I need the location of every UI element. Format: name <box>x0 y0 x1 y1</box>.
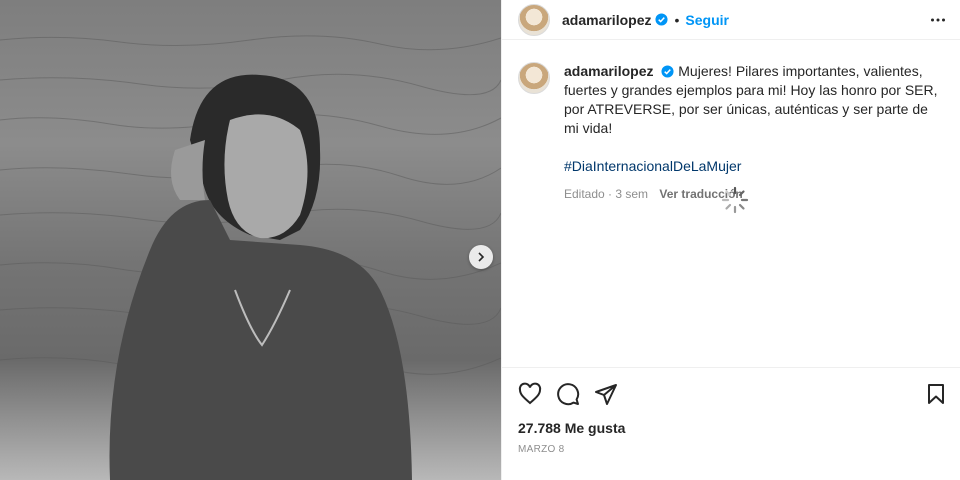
post-details-panel: adamarilopez • Seguir adamarilopez Mujer… <box>501 0 960 480</box>
likes-count[interactable]: 27.788 Me gusta <box>518 420 625 436</box>
more-options-icon[interactable] <box>930 12 946 28</box>
actions-section: 27.788 Me gusta MARZO 8 <box>502 367 960 480</box>
heart-icon <box>518 382 542 405</box>
post-date: MARZO 8 <box>518 444 565 455</box>
comment-icon <box>557 383 580 406</box>
share-button[interactable] <box>594 382 618 406</box>
verified-badge-icon <box>655 13 669 26</box>
spinner-icon <box>721 186 749 214</box>
comment-button[interactable] <box>556 382 580 406</box>
share-icon <box>595 384 617 405</box>
woman-silhouette <box>109 74 412 480</box>
caption-body: adamarilopez Mujeres! Pilares importante… <box>564 62 944 204</box>
hashtag-link[interactable]: #DiaInternacionalDeLaMujer <box>564 157 944 176</box>
username[interactable]: adamarilopez <box>562 12 651 28</box>
follow-button[interactable]: Seguir <box>685 12 729 28</box>
post-header: adamarilopez • Seguir <box>502 0 960 40</box>
save-button[interactable] <box>924 382 948 406</box>
post-photo <box>0 0 501 480</box>
action-buttons <box>518 382 618 406</box>
edited-time: Editado · 3 sem <box>564 187 649 201</box>
caption-avatar[interactable] <box>518 62 550 94</box>
avatar[interactable] <box>518 3 550 36</box>
next-photo-button[interactable] <box>469 245 493 269</box>
like-button[interactable] <box>518 382 542 406</box>
caption-username[interactable]: adamarilopez <box>564 63 653 79</box>
bookmark-icon <box>928 384 944 404</box>
caption-area: adamarilopez Mujeres! Pilares importante… <box>518 62 948 204</box>
caption-meta: Editado · 3 sem Ver traducción <box>564 185 944 204</box>
separator-dot: • <box>674 11 680 28</box>
verified-badge-icon <box>661 65 674 78</box>
chevron-right-icon <box>478 252 485 262</box>
